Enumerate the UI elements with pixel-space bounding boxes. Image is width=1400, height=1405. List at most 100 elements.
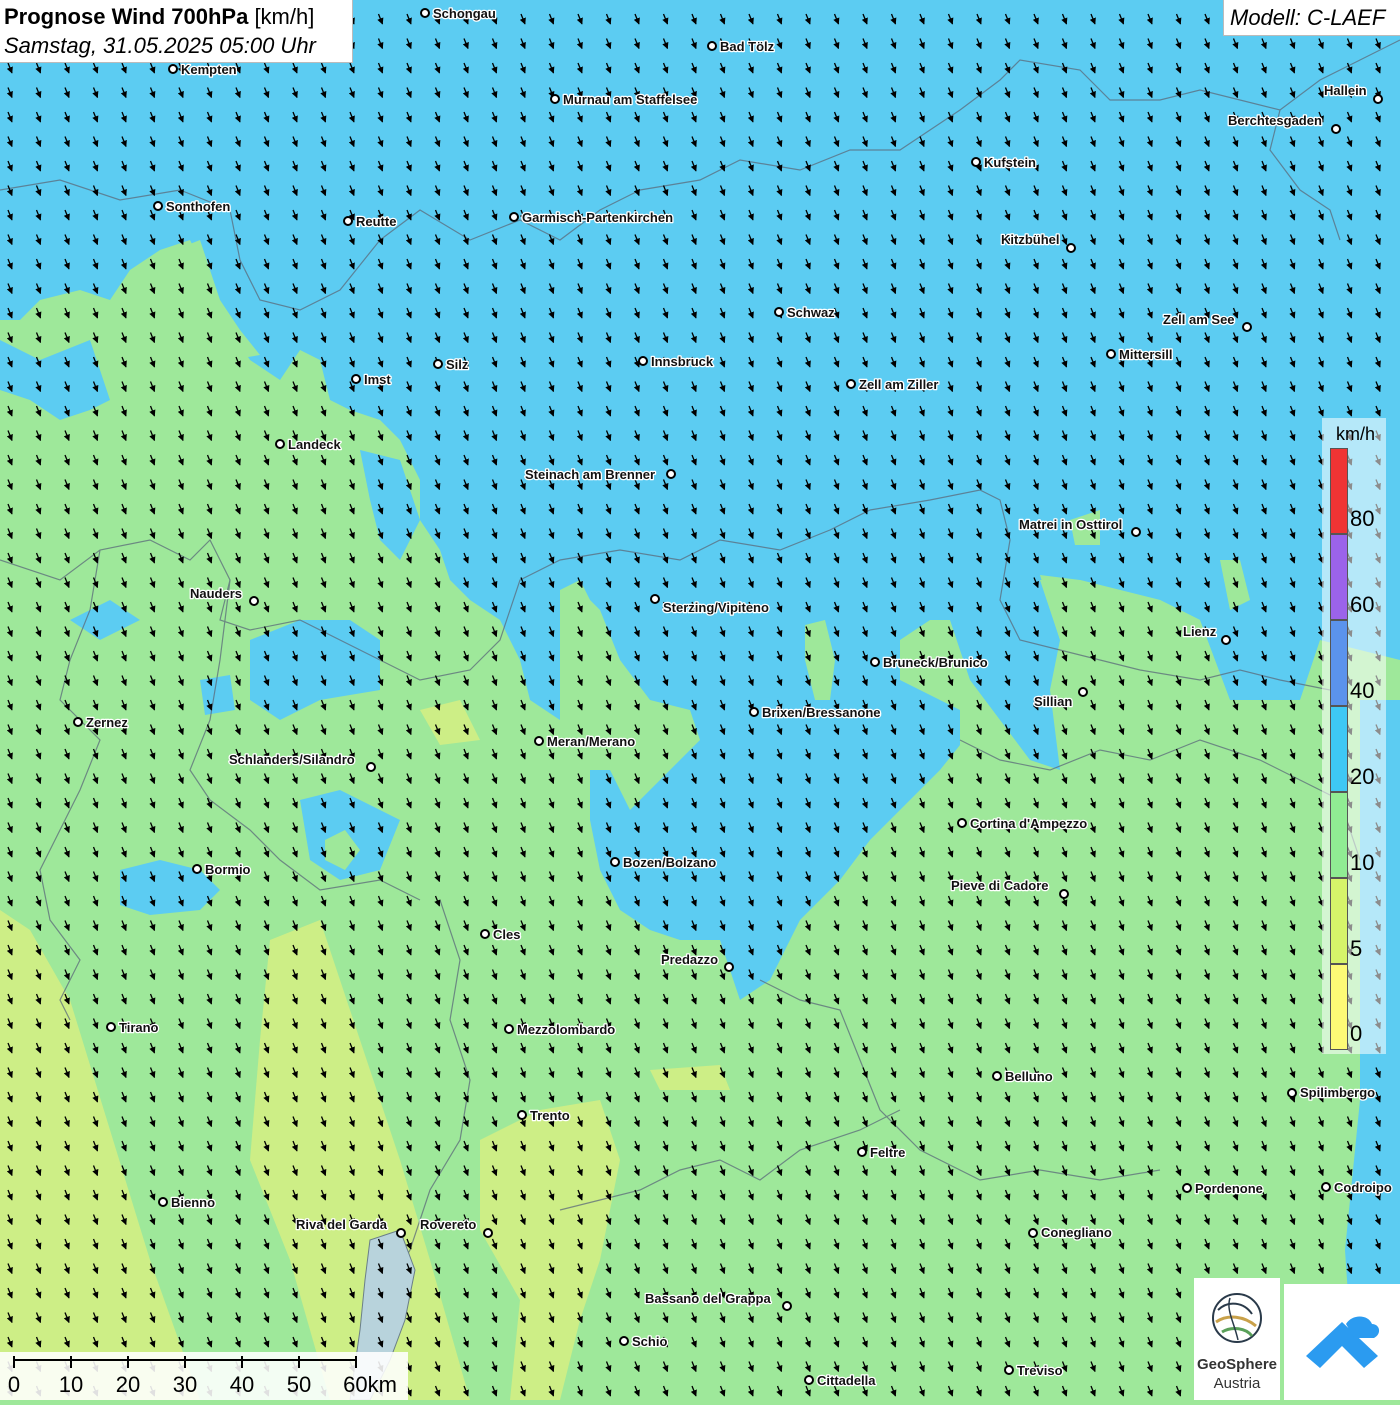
place-label: Nauders — [190, 586, 242, 601]
place-label: Kempten — [181, 62, 237, 77]
legend-color-bin — [1330, 448, 1348, 534]
scale-label: 20 — [115, 1372, 141, 1397]
place-marker — [1066, 243, 1076, 253]
scale-label: 60km — [343, 1372, 397, 1397]
place-marker — [749, 707, 759, 717]
color-legend: km/h 0 5 10 20 40 60 80 — [1322, 418, 1386, 1054]
place-marker — [1321, 1182, 1331, 1192]
place-label: Cortina d'Ampezzo — [970, 816, 1087, 831]
scale-label: 30 — [172, 1372, 198, 1397]
place-marker — [638, 356, 648, 366]
scale-label: 40 — [229, 1372, 255, 1397]
place-label: Mezzolombardo — [517, 1022, 615, 1037]
place-bruneck: Bruneck/Brunico — [870, 654, 989, 671]
place-conegliano: Conegliano — [1028, 1224, 1113, 1241]
place-marker — [509, 212, 519, 222]
place-label: Feltre — [870, 1145, 905, 1160]
place-marker — [1106, 349, 1116, 359]
place-marker — [153, 201, 163, 211]
place-label: Pieve di Cadore — [951, 878, 1049, 893]
weather-app-logo[interactable] — [1284, 1284, 1400, 1400]
place-label: Bozen/Bolzano — [623, 855, 716, 870]
scale-label: 0 — [7, 1372, 21, 1397]
place-marker — [610, 857, 620, 867]
legend-color-bin — [1330, 964, 1348, 1050]
place-marker — [846, 379, 856, 389]
place-marker — [774, 307, 784, 317]
place-marker — [804, 1375, 814, 1385]
place-label: Pordenone — [1195, 1181, 1263, 1196]
place-marker — [971, 157, 981, 167]
place-label: Imst — [364, 372, 391, 387]
geosphere-country: Austria — [1213, 1375, 1261, 1392]
place-label: Bormio — [205, 862, 251, 877]
place-marker — [168, 64, 178, 74]
legend-color-bin — [1330, 878, 1348, 964]
place-label: Codroipo — [1334, 1180, 1392, 1195]
place-brixen: Brixen/Bressanone — [749, 704, 882, 721]
place-label: Bruneck/Brunico — [883, 655, 988, 670]
place-label: Garmisch-Partenkirchen — [522, 210, 673, 225]
place-label: Schwaz — [787, 305, 835, 320]
place-label: Conegliano — [1041, 1225, 1112, 1240]
place-marker — [724, 962, 734, 972]
place-marker — [1221, 635, 1231, 645]
legend-color-bin — [1330, 620, 1348, 706]
place-marker — [1373, 94, 1383, 104]
place-label: Berchtesgaden — [1228, 113, 1322, 128]
forecast-datetime: Samstag, 31.05.2025 05:00 Uhr — [4, 33, 316, 58]
legend-color-bin — [1330, 534, 1348, 620]
map-title-main: Prognose Wind 700hPa — [4, 4, 249, 29]
place-marker — [1287, 1088, 1297, 1098]
place-marker — [957, 818, 967, 828]
place-label: Kitzbühel — [1001, 232, 1060, 247]
place-label: Trento — [530, 1108, 570, 1123]
model-label: Modell: C-LAEF — [1230, 5, 1386, 30]
scale-bar: 0 10 20 30 40 50 60km — [0, 1352, 408, 1400]
scale-label: 10 — [58, 1372, 84, 1397]
place-label: Silz — [446, 357, 469, 372]
place-marker — [619, 1336, 629, 1346]
place-steinach: Steinach am Brenner — [524, 466, 676, 483]
place-schongau: Schongau — [420, 5, 497, 22]
place-marker — [249, 596, 259, 606]
legend-tick: 0 — [1350, 1021, 1363, 1046]
place-label: Tirano — [119, 1020, 159, 1035]
place-label: Cles — [493, 927, 520, 942]
place-marker — [517, 1110, 527, 1120]
legend-tick: 20 — [1350, 764, 1375, 789]
place-marker — [707, 41, 717, 51]
legend-tick: 10 — [1350, 850, 1375, 875]
place-label: Kufstein — [984, 155, 1036, 170]
place-label: Treviso — [1017, 1363, 1063, 1378]
place-label: Lienz — [1183, 624, 1217, 639]
place-marker — [420, 8, 430, 18]
geosphere-logo[interactable]: GeoSphere Austria — [1194, 1278, 1280, 1400]
place-label: Sillian — [1034, 694, 1072, 709]
place-label: Innsbruck — [651, 354, 714, 369]
place-marker — [275, 439, 285, 449]
place-marker — [550, 94, 560, 104]
place-marker — [1078, 687, 1088, 697]
place-label: Zernez — [86, 715, 128, 730]
place-bozen: Bozen/Bolzano — [610, 854, 718, 871]
place-marker — [1242, 322, 1252, 332]
place-murnau: Murnau am Staffelsee — [550, 91, 699, 108]
place-marker — [782, 1301, 792, 1311]
model-box: Modell: C-LAEF — [1223, 0, 1400, 36]
place-marker — [343, 216, 353, 226]
place-label: Schlanders/Silandro — [229, 752, 355, 767]
legend-unit: km/h — [1336, 424, 1376, 444]
place-meran: Meran/Merano — [534, 733, 636, 750]
map-title-unit: [km/h] — [254, 4, 315, 29]
scale-label: 50 — [286, 1372, 312, 1397]
place-marker — [1131, 527, 1141, 537]
title-box: Prognose Wind 700hPa [km/h] Samstag, 31.… — [0, 0, 353, 63]
place-marker — [504, 1024, 514, 1034]
place-label: Schongau — [433, 6, 496, 21]
place-marker — [433, 359, 443, 369]
place-marker — [1028, 1228, 1038, 1238]
place-marker — [480, 929, 490, 939]
place-marker — [351, 374, 361, 384]
place-marker — [1004, 1365, 1014, 1375]
